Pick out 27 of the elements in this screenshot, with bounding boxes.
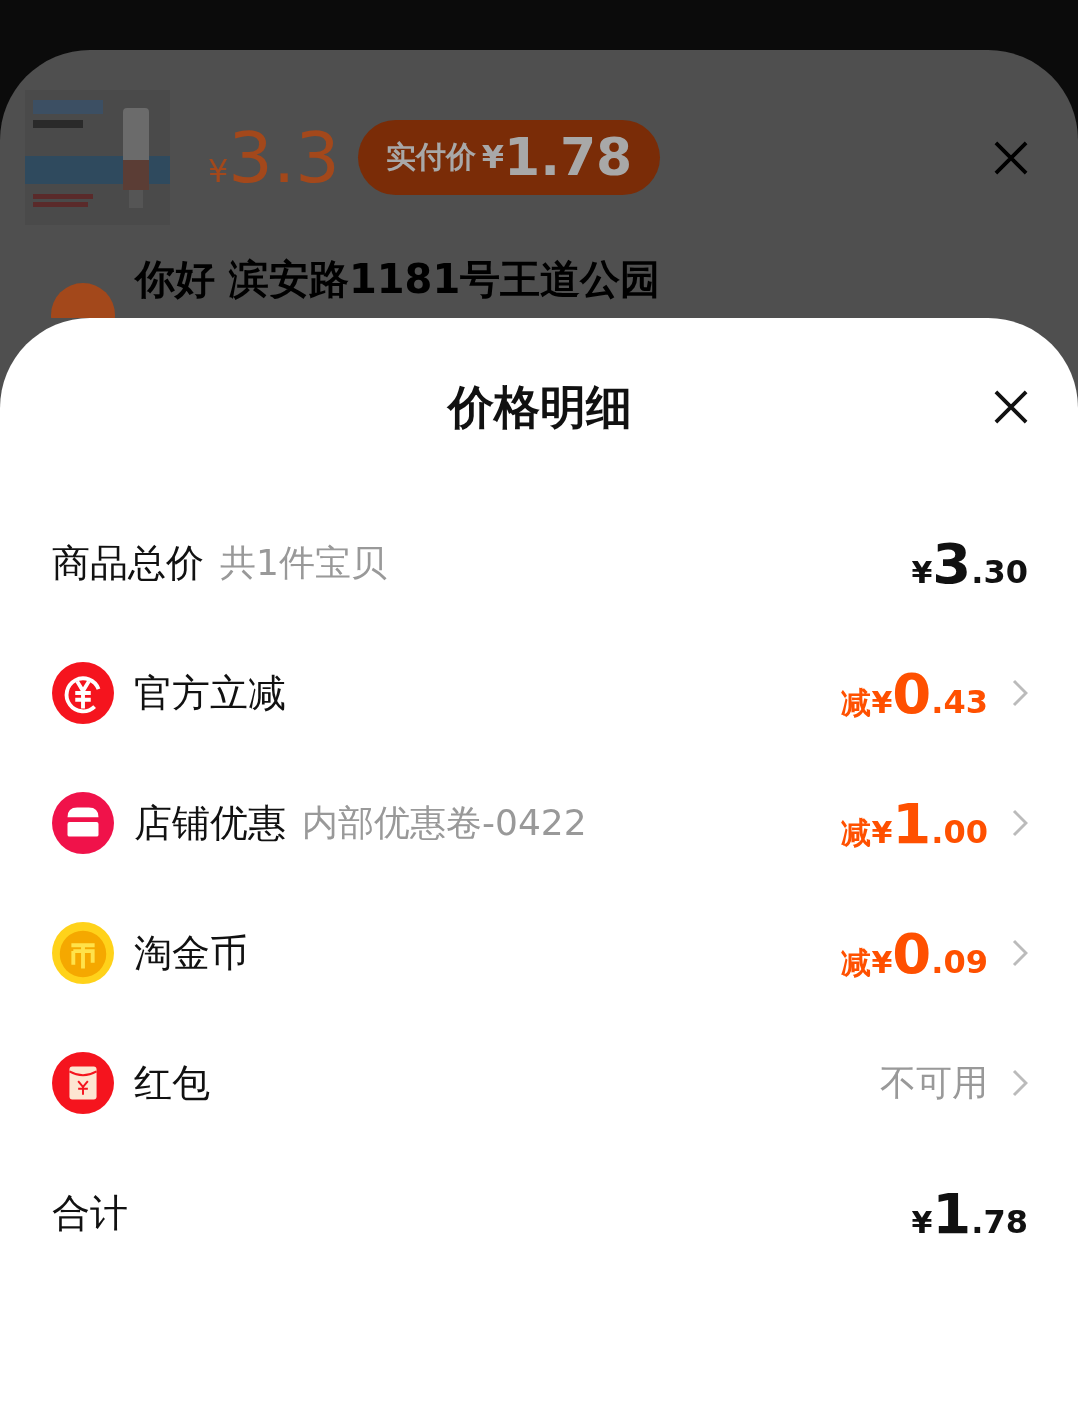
row-note: 共1件宝贝 <box>220 540 387 585</box>
total-price: ¥1.78 <box>911 1180 1028 1246</box>
status-text: 不可用 <box>880 1060 988 1105</box>
chevron-right-icon[interactable] <box>1012 1069 1028 1097</box>
discount-icon <box>52 662 114 724</box>
row-label: 官方立减 <box>134 669 286 717</box>
row-label: 合计 <box>52 1189 128 1237</box>
address-text: 你好 滨安路1181号王道公园 <box>135 255 661 303</box>
row-label: 店铺优惠 <box>134 799 286 847</box>
total-price: ¥3.30 <box>911 530 1028 596</box>
discount-amount: 减¥0.09 <box>841 920 988 986</box>
envelope-icon <box>52 1052 114 1114</box>
row-note: 内部优惠卷-0422 <box>302 800 587 845</box>
paid-price-badge: 实付价 ¥1.78 <box>357 120 661 195</box>
close-icon[interactable] <box>994 390 1028 424</box>
discount-amount: 减¥1.00 <box>841 790 988 856</box>
coin-icon <box>52 922 114 984</box>
row-label: 商品总价 <box>52 539 204 587</box>
sheet-title: 价格明细 <box>448 379 632 436</box>
shop-icon <box>52 792 114 854</box>
product-price: ¥3.3 <box>208 122 340 193</box>
discount-amount: 减¥0.43 <box>841 660 988 726</box>
chevron-right-icon[interactable] <box>1012 809 1028 837</box>
chevron-right-icon[interactable] <box>1012 679 1028 707</box>
chevron-right-icon[interactable] <box>1012 939 1028 967</box>
row-label: 淘金币 <box>134 929 248 977</box>
row-label: 红包 <box>134 1059 210 1107</box>
